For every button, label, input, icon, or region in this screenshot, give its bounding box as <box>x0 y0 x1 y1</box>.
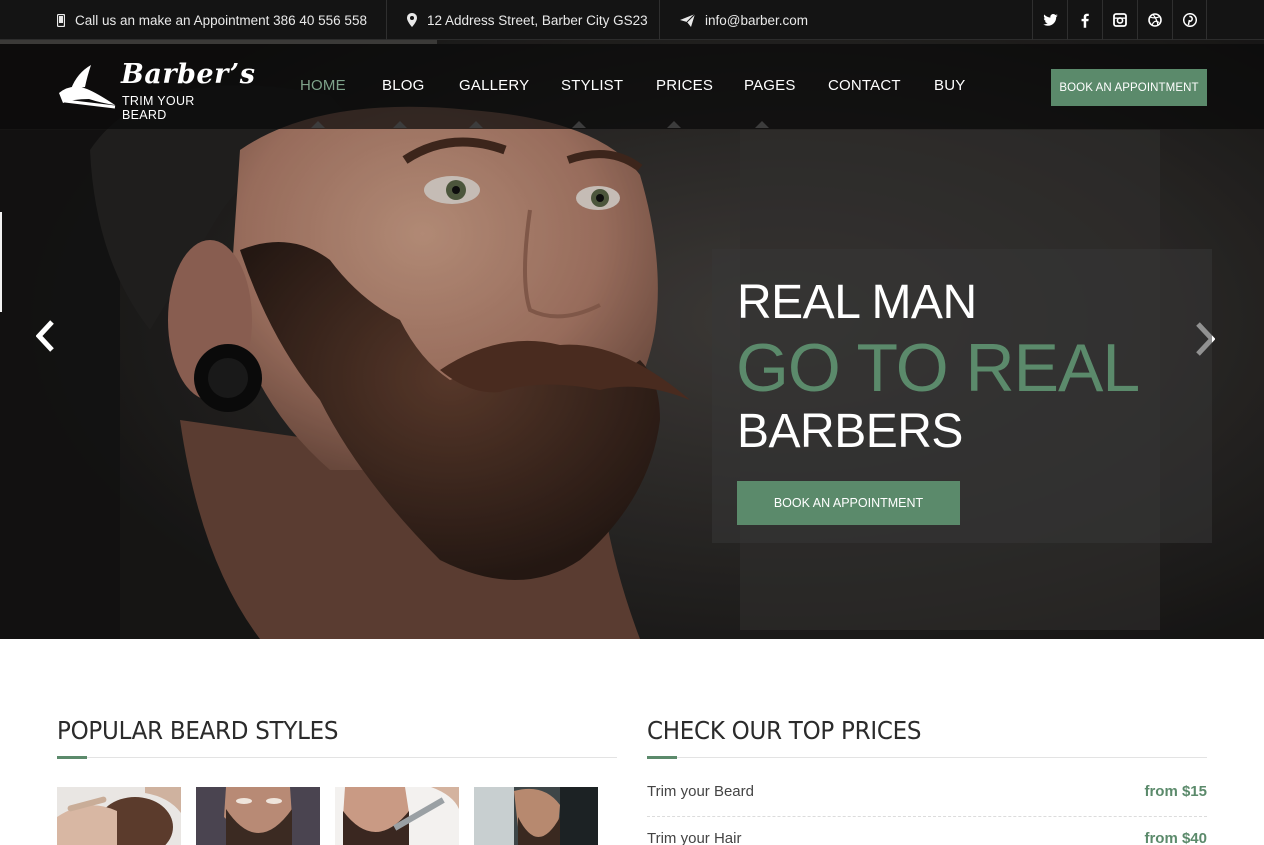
nav-contact[interactable]: CONTACT <box>828 77 901 94</box>
social-links <box>1032 0 1207 40</box>
phone-icon <box>57 13 65 27</box>
nav-blog[interactable]: BLOG <box>382 77 424 94</box>
pinterest-icon <box>1182 13 1197 27</box>
dropdown-caret-icon <box>469 121 483 128</box>
service-price: from $40 <box>1144 830 1207 845</box>
beard-style-photo <box>57 787 181 845</box>
slide-heading-line1: REAL MAN <box>737 276 977 329</box>
contact-email[interactable]: info@barber.com <box>680 0 808 40</box>
beard-style-photo <box>474 787 598 845</box>
nav-prices[interactable]: PRICES <box>656 77 713 94</box>
section-divider <box>57 757 617 758</box>
price-row: Trim your Beard from $15 <box>647 783 1207 823</box>
facebook-link[interactable] <box>1067 0 1102 40</box>
nav-gallery[interactable]: GALLERY <box>459 77 529 94</box>
instagram-icon <box>1113 13 1127 27</box>
instagram-link[interactable] <box>1102 0 1137 40</box>
contact-phone[interactable]: Call us an make an Appointment 386 40 55… <box>57 0 367 40</box>
beard-style-thumbnail[interactable] <box>335 787 459 845</box>
dribbble-icon <box>1148 13 1162 27</box>
nav-stylist[interactable]: STYLIST <box>561 77 623 94</box>
beard-style-photo <box>196 787 320 845</box>
nav-buy[interactable]: BUY <box>934 77 965 94</box>
section-divider-accent <box>57 756 87 759</box>
price-row: Trim your Hair from $40 <box>647 830 1207 845</box>
map-marker-icon <box>407 13 417 27</box>
dropdown-caret-icon <box>572 121 586 128</box>
pinterest-link[interactable] <box>1172 0 1207 40</box>
dropdown-caret-icon <box>393 121 407 128</box>
primary-nav: HOME BLOG GALLERY STYLIST PRICES PAGES C… <box>0 44 1000 129</box>
contact-address[interactable]: 12 Address Street, Barber City GS23 <box>407 0 648 40</box>
slide-book-appointment-button[interactable]: BOOK AN APPOINTMENT <box>737 481 960 525</box>
facebook-icon <box>1081 13 1089 28</box>
beard-styles-title: POPULAR BEARD STYLES <box>57 716 339 745</box>
service-price: from $15 <box>1144 783 1207 800</box>
email-text: info@barber.com <box>705 12 809 28</box>
slide-heading-line3: BARBERS <box>737 405 963 458</box>
slider-prev-arrow-icon[interactable] <box>36 320 54 352</box>
paper-plane-icon <box>680 13 695 27</box>
address-text: 12 Address Street, Barber City GS23 <box>427 12 648 28</box>
slider-progress-bar <box>0 40 437 44</box>
twitter-link[interactable] <box>1032 0 1067 40</box>
beard-style-thumbnail[interactable] <box>474 787 598 845</box>
slider-edge-indicator <box>0 212 2 312</box>
nav-home[interactable]: HOME <box>300 77 346 94</box>
phone-text: Call us an make an Appointment 386 40 55… <box>75 12 367 28</box>
section-divider-accent <box>647 756 677 759</box>
section-divider <box>647 757 1207 758</box>
dropdown-caret-icon <box>755 121 769 128</box>
top-bar: Call us an make an Appointment 386 40 55… <box>0 0 1264 40</box>
prices-title: CHECK OUR TOP PRICES <box>647 716 922 745</box>
price-divider <box>647 816 1207 817</box>
divider <box>659 0 660 40</box>
slide-heading-line2: GO TO REAL <box>736 330 1140 406</box>
divider <box>386 0 387 40</box>
slide-caption: REAL MAN GO TO REAL BARBERS BOOK AN APPO… <box>712 249 1212 543</box>
main-navbar: Barber’s TRIM YOUR BEARD HOME BLOG GALLE… <box>0 44 1264 129</box>
beard-style-thumbnail[interactable] <box>196 787 320 845</box>
book-appointment-button[interactable]: BOOK AN APPOINTMENT <box>1051 69 1207 106</box>
dribbble-link[interactable] <box>1137 0 1172 40</box>
service-name: Trim your Hair <box>647 830 742 845</box>
twitter-icon <box>1042 14 1058 26</box>
beard-style-thumbnail[interactable] <box>57 787 181 845</box>
beard-style-photo <box>335 787 459 845</box>
nav-pages[interactable]: PAGES <box>744 77 796 94</box>
dropdown-caret-icon <box>311 121 325 128</box>
service-name: Trim your Beard <box>647 783 754 800</box>
dropdown-caret-icon <box>667 121 681 128</box>
